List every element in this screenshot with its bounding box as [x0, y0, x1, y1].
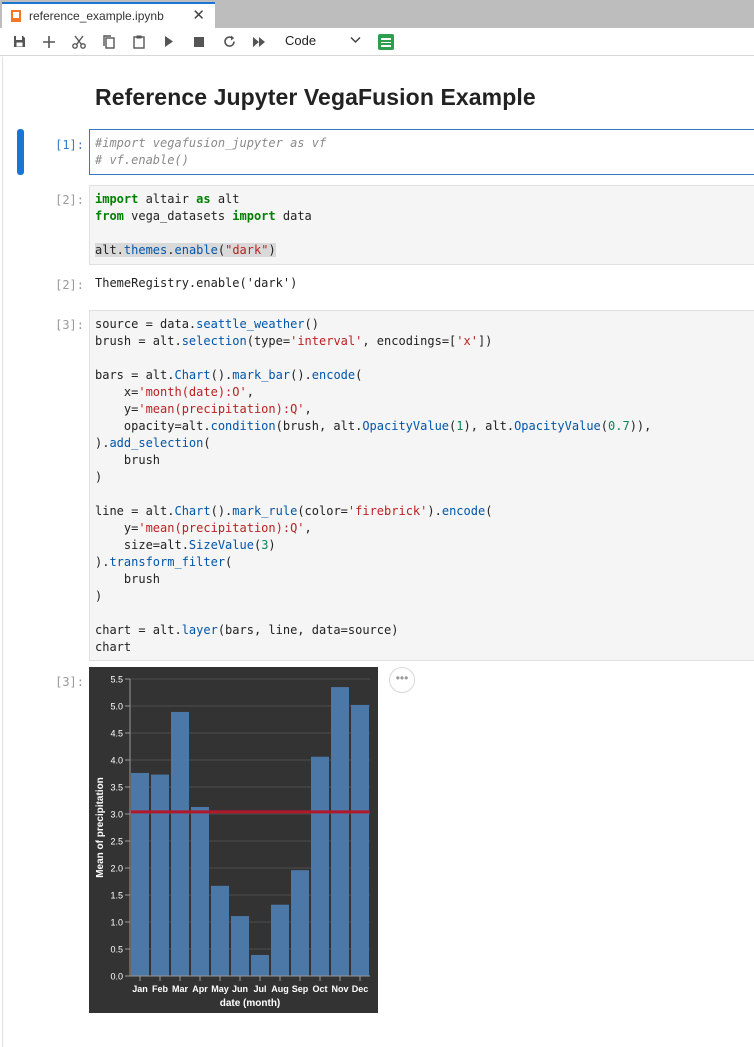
x-tick-label: Sep — [292, 984, 309, 994]
x-tick-label: Apr — [192, 984, 208, 994]
output-text: ThemeRegistry.enable('dark') — [95, 276, 298, 290]
copy-icon[interactable] — [98, 28, 120, 55]
code-editor[interactable]: #import vegafusion_jupyter as vf # vf.en… — [90, 130, 754, 174]
restart-icon[interactable] — [218, 28, 240, 55]
bar-feb[interactable] — [151, 774, 169, 976]
active-cell-indicator — [17, 129, 24, 175]
code-editor[interactable]: source = data.seattle_weather() brush = … — [90, 311, 754, 661]
bar-jun[interactable] — [231, 916, 249, 976]
y-tick-label: 2.5 — [110, 837, 123, 847]
x-tick-label: Jul — [253, 984, 266, 994]
bar-sep[interactable] — [291, 870, 309, 976]
x-tick-label: Dec — [352, 984, 369, 994]
bar-oct[interactable] — [311, 756, 329, 976]
y-tick-label: 5.0 — [110, 702, 123, 712]
bar-apr[interactable] — [191, 806, 209, 976]
x-tick-label: Oct — [312, 984, 327, 994]
code-cell-1[interactable]: #import vegafusion_jupyter as vf # vf.en… — [89, 129, 754, 175]
bar-nov[interactable] — [331, 687, 349, 976]
code-cell-3[interactable]: source = data.seattle_weather() brush = … — [89, 310, 754, 661]
x-tick-label: Jun — [232, 984, 248, 994]
bar-mar[interactable] — [171, 711, 189, 976]
notebook-title: Reference Jupyter VegaFusion Example — [95, 84, 536, 110]
y-tick-label: 4.5 — [110, 729, 123, 739]
y-tick-label: 0.0 — [110, 972, 123, 982]
x-tick-label: Feb — [152, 984, 169, 994]
fast-forward-icon[interactable] — [248, 28, 270, 55]
notebook-icon — [11, 10, 21, 22]
chart-output[interactable]: 0.0 0.5 1.0 1.5 2.0 2.5 3.0 3.5 4.0 4.5 5.0 5.5 Jan F… — [89, 667, 378, 1013]
cell-prompt: [1]: — [55, 138, 84, 152]
output-prompt: [2]: — [55, 278, 84, 292]
add-icon[interactable] — [38, 28, 60, 55]
y-tick-label: 3.0 — [110, 810, 123, 820]
code-cell-2[interactable]: import altair as alt from vega_datasets … — [89, 185, 754, 265]
bar-may[interactable] — [211, 885, 229, 976]
cut-icon[interactable] — [68, 28, 90, 55]
x-tick-label: Aug — [271, 984, 289, 994]
y-tick-label: 1.5 — [110, 891, 123, 901]
notebook-border — [2, 57, 3, 1047]
x-tick-label: Mar — [172, 984, 189, 994]
cell-prompt: [3]: — [55, 318, 84, 332]
y-tick-label: 4.0 — [110, 756, 123, 766]
y-tick-label: 3.5 — [110, 783, 123, 793]
bar-dec[interactable] — [351, 704, 369, 976]
cell-type-select[interactable]: Code — [285, 33, 316, 48]
notebook-tab[interactable]: reference_example.ipynb ✕ — [2, 2, 215, 28]
bar-aug[interactable] — [271, 904, 289, 976]
run-icon[interactable] — [158, 28, 180, 55]
bar-jul[interactable] — [251, 954, 269, 976]
x-tick-label: May — [211, 984, 229, 994]
y-tick-label: 5.5 — [110, 675, 123, 685]
x-tick-label: Jan — [132, 984, 148, 994]
chevron-down-icon[interactable] — [350, 33, 361, 47]
property-inspector-icon[interactable] — [378, 34, 394, 50]
tab-title: reference_example.ipynb — [29, 9, 164, 23]
precipitation-chart[interactable]: 0.0 0.5 1.0 1.5 2.0 2.5 3.0 3.5 4.0 4.5 5.0 5.5 Jan F… — [89, 667, 378, 1013]
paste-icon[interactable] — [128, 28, 150, 55]
tab-bar: reference_example.ipynb ✕ — [0, 0, 754, 28]
stop-icon[interactable] — [188, 28, 210, 55]
y-tick-label: 2.0 — [110, 864, 123, 874]
x-axis-title: date (month) — [220, 998, 281, 1009]
y-tick-label: 0.5 — [110, 945, 123, 955]
close-icon[interactable]: ✕ — [192, 7, 205, 25]
y-tick-label: 1.0 — [110, 918, 123, 928]
cell-prompt: [2]: — [55, 193, 84, 207]
more-actions-button[interactable]: ••• — [389, 667, 415, 693]
bar-jan[interactable] — [131, 772, 149, 976]
notebook-toolbar: Code — [0, 28, 754, 56]
output-prompt: [3]: — [55, 675, 84, 689]
y-axis-title: Mean of precipitation — [95, 777, 106, 878]
save-icon[interactable] — [8, 28, 30, 55]
x-tick-label: Nov — [331, 984, 348, 994]
code-editor[interactable]: import altair as alt from vega_datasets … — [90, 186, 754, 264]
